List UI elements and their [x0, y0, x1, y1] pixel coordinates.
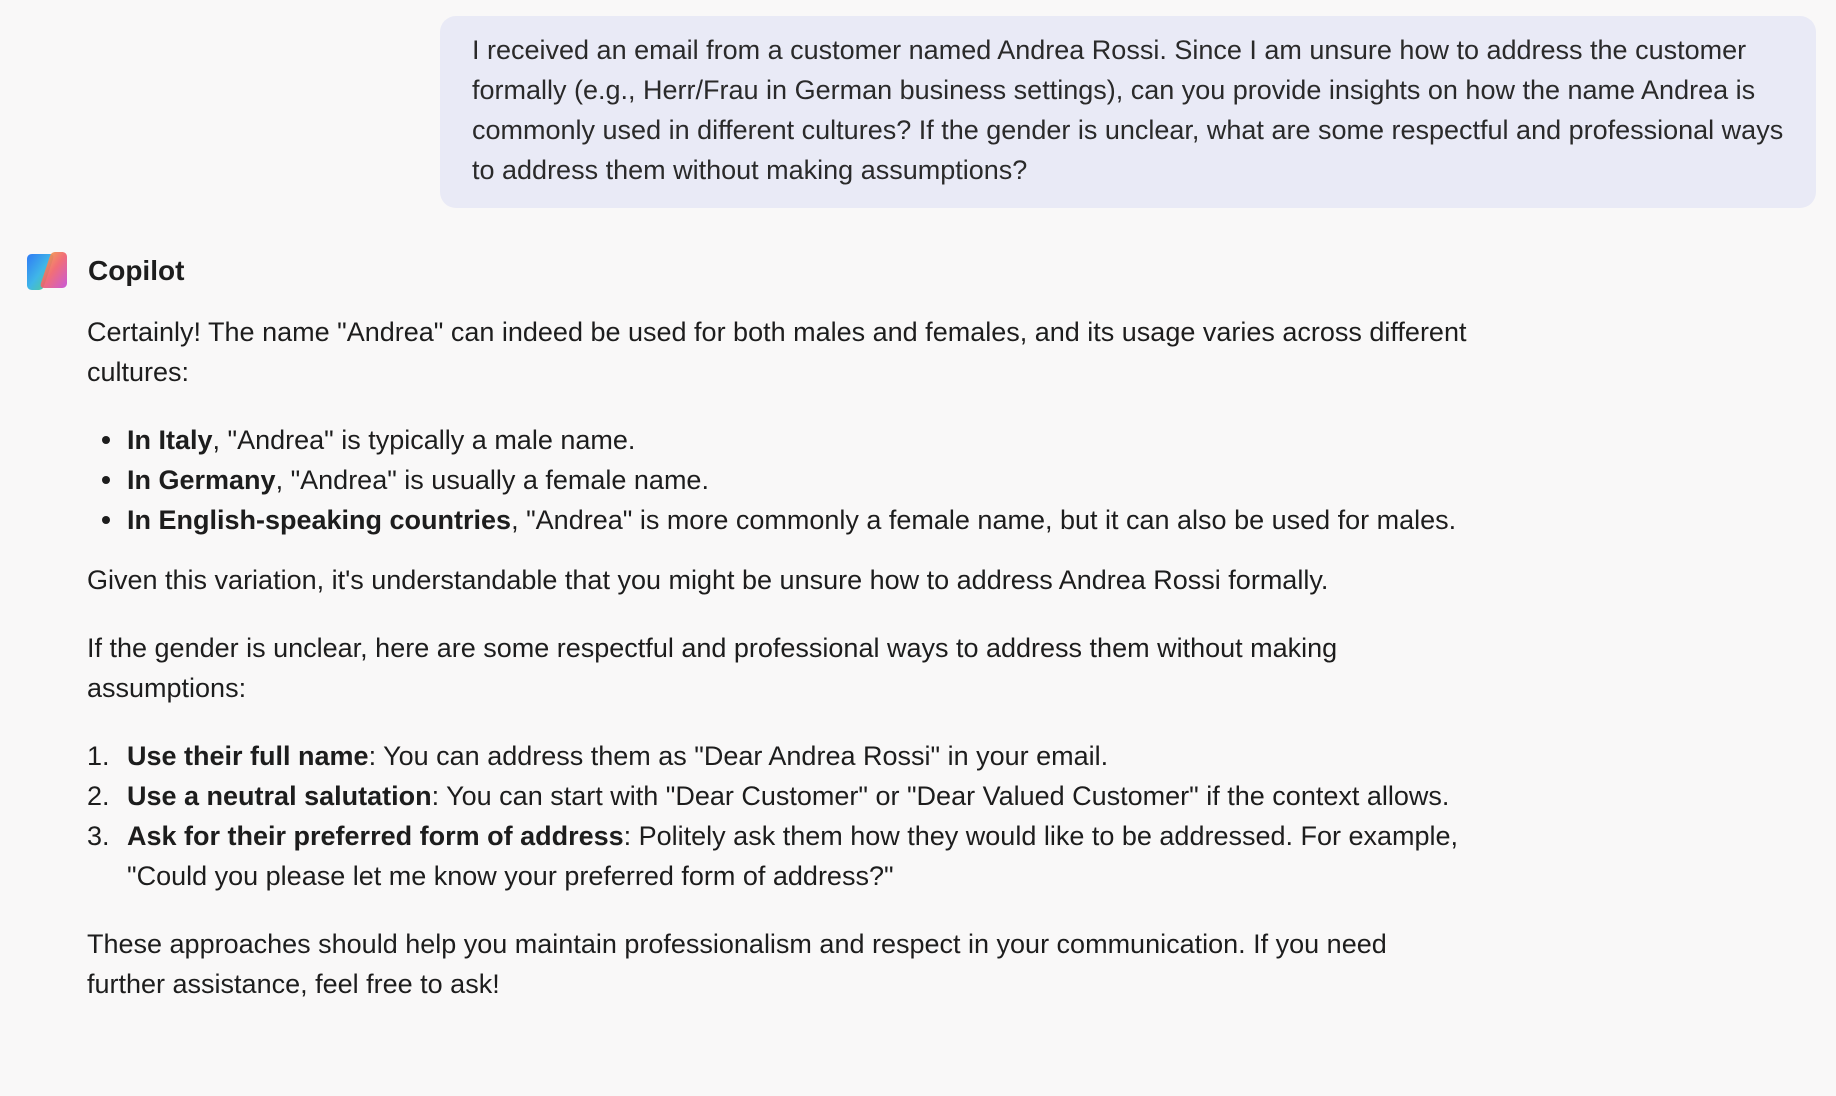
numbered-item: 2. Use a neutral salutation: You can star… — [87, 776, 1467, 816]
item-bold: Ask for their preferred form of address — [127, 821, 624, 851]
item-number: 2. — [87, 781, 110, 811]
list-item-bold: In Italy — [127, 425, 213, 455]
list-item-bold: In English-speaking countries — [127, 505, 512, 535]
response-closing: These approaches should help you maintai… — [87, 929, 1387, 999]
assistant-name: Copilot — [88, 255, 185, 286]
list-item-bold: In Germany — [127, 465, 276, 495]
item-text: : You can start with "Dear Customer" or … — [431, 781, 1450, 811]
list-item: In English-speaking countries, "Andrea" … — [87, 500, 1467, 540]
culture-list: In Italy, "Andrea" is typically a male n… — [87, 420, 1467, 540]
list-item-text: , "Andrea" is more commonly a female nam… — [511, 505, 1457, 535]
list-item-text: , "Andrea" is typically a male name. — [212, 425, 636, 455]
item-number: 1. — [87, 741, 110, 771]
ways-intro: If the gender is unclear, here are some … — [87, 633, 1338, 703]
variation-note: Given this variation, it's understandabl… — [87, 565, 1329, 595]
list-item: In Germany, "Andrea" is usually a female… — [87, 460, 1467, 500]
list-item-text: , "Andrea" is usually a female name. — [275, 465, 709, 495]
copilot-logo-icon — [27, 252, 67, 290]
assistant-header: Copilot — [24, 248, 184, 294]
item-text: : You can address them as "Dear Andrea R… — [368, 741, 1109, 771]
address-options-list: 1. Use their full name: You can address t… — [87, 736, 1467, 896]
user-message-text: I received an email from a customer name… — [472, 35, 1784, 185]
item-bold: Use their full name — [127, 741, 369, 771]
numbered-item: 3. Ask for their preferred form of addres… — [87, 816, 1467, 896]
user-message-bubble: I received an email from a customer name… — [440, 16, 1816, 208]
list-item: In Italy, "Andrea" is typically a male n… — [87, 420, 1467, 460]
response-intro: Certainly! The name "Andrea" can indeed … — [87, 317, 1467, 387]
assistant-response: Certainly! The name "Andrea" can indeed … — [87, 312, 1467, 1004]
item-bold: Use a neutral salutation — [127, 781, 432, 811]
item-number: 3. — [87, 821, 110, 851]
numbered-item: 1. Use their full name: You can address t… — [87, 736, 1467, 776]
